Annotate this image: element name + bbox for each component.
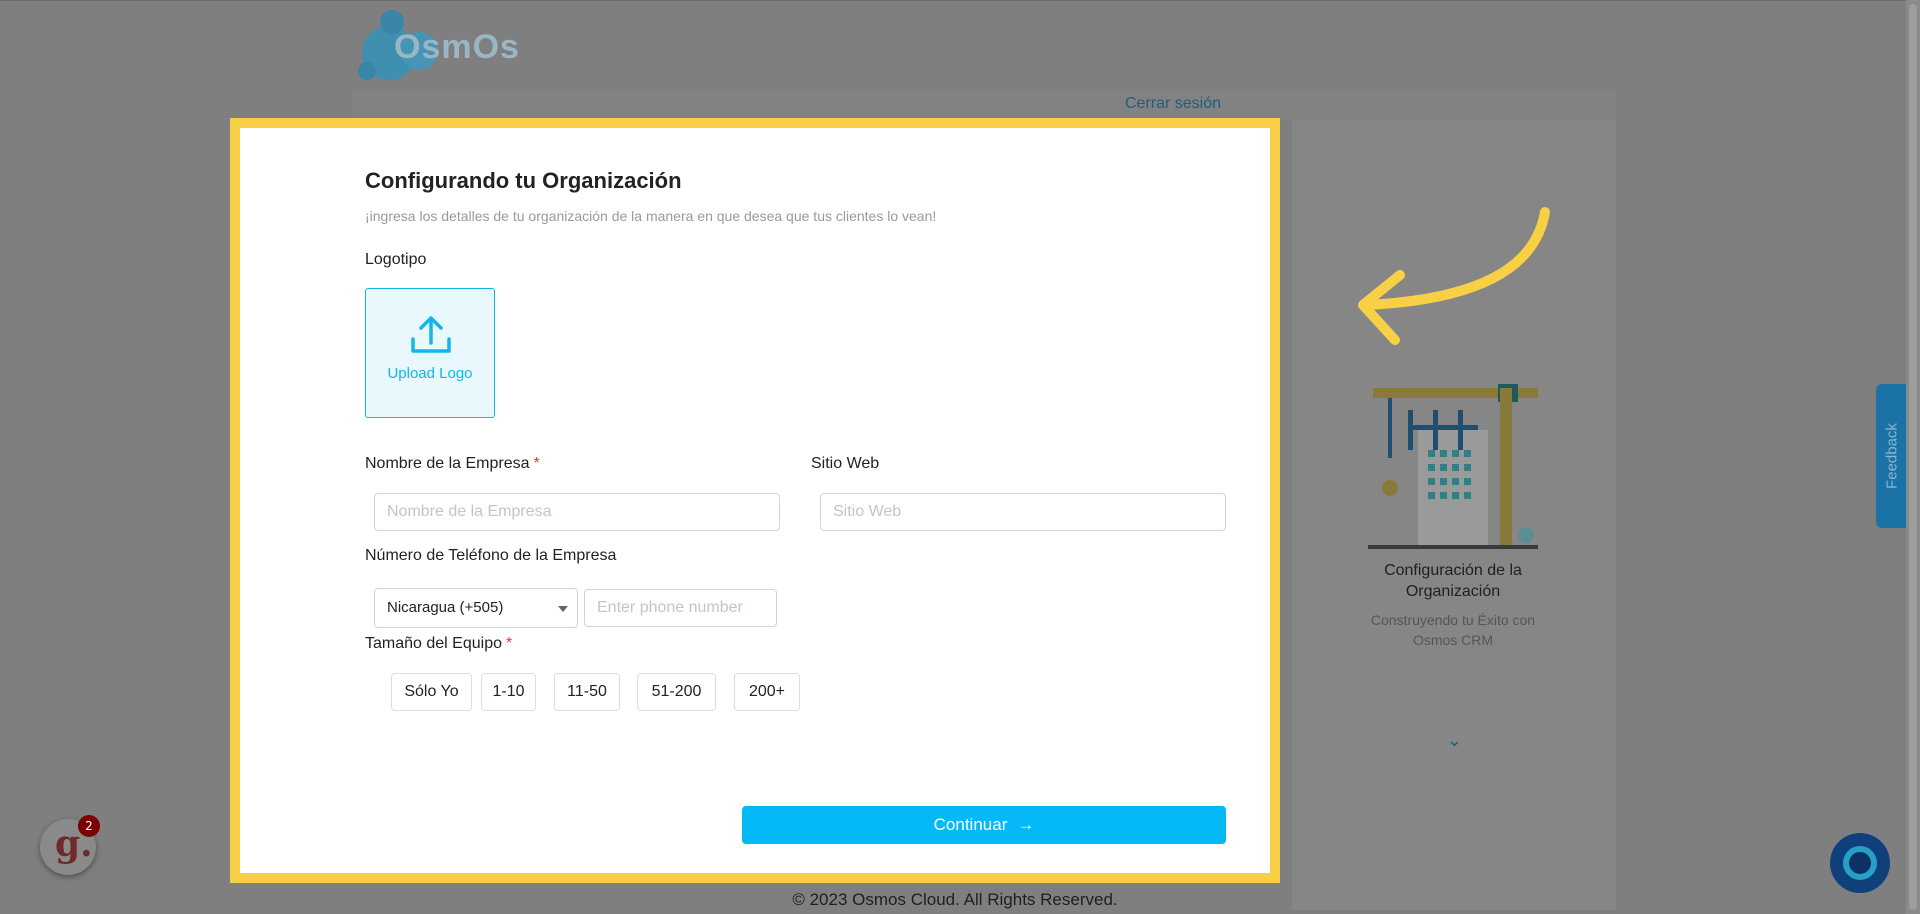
phone-label: Número de Teléfono de la Empresa bbox=[365, 547, 617, 564]
osmos-logo: OsmOs bbox=[358, 4, 519, 84]
side-panel-title: Configuración de la Organización bbox=[1384, 562, 1522, 600]
upload-icon bbox=[411, 316, 451, 353]
help-widget-button[interactable]: g. 2 bbox=[40, 815, 100, 875]
footer-copyright: © 2023 Osmos Cloud. All Rights Reserved. bbox=[792, 890, 1118, 909]
chat-launcher-button[interactable] bbox=[1830, 833, 1890, 893]
logo-label: Logotipo bbox=[365, 251, 427, 268]
page-scrollbar[interactable] bbox=[1906, 0, 1920, 914]
phone-number-input[interactable] bbox=[584, 589, 777, 627]
construction-illustration bbox=[1368, 384, 1538, 549]
upload-logo-button[interactable]: Upload Logo bbox=[365, 288, 495, 418]
feedback-tab[interactable]: Feedback bbox=[1876, 384, 1908, 528]
modal-subtitle: ¡ingresa los detalles de tu organización… bbox=[365, 208, 937, 224]
top-border bbox=[0, 0, 1920, 1]
feedback-label: Feedback bbox=[1883, 423, 1901, 489]
chevron-down-icon[interactable]: ⌄ bbox=[1447, 730, 1462, 751]
website-input[interactable] bbox=[820, 493, 1226, 531]
country-code-select[interactable]: Nicaragua (+505) bbox=[374, 588, 578, 628]
upload-logo-label: Upload Logo bbox=[387, 365, 473, 382]
header-strip bbox=[352, 90, 1616, 120]
side-panel-subtitle: Construyendo tu Éxito con Osmos CRM bbox=[1370, 612, 1536, 648]
company-name-input[interactable] bbox=[374, 493, 780, 531]
team-size-label: Tamaño del Equipo * bbox=[365, 635, 513, 652]
continue-button[interactable]: Continuar → bbox=[742, 806, 1226, 844]
team-size-option-51-200[interactable]: 51-200 bbox=[637, 673, 716, 711]
notification-badge: 2 bbox=[78, 815, 100, 837]
country-code-value: Nicaragua (+505) bbox=[387, 599, 504, 616]
chevron-down-icon bbox=[558, 606, 568, 612]
website-label: Sitio Web bbox=[811, 455, 880, 472]
annotation-arrow-icon bbox=[1358, 207, 1550, 345]
company-name-label: Nombre de la Empresa * bbox=[365, 455, 540, 472]
team-size-option-11-50[interactable]: 11-50 bbox=[554, 673, 620, 711]
arrow-right-icon: → bbox=[1017, 815, 1035, 834]
team-size-option-1-10[interactable]: 1-10 bbox=[481, 673, 536, 711]
continue-label: Continuar bbox=[933, 815, 1008, 834]
team-size-option-solo[interactable]: Sólo Yo bbox=[391, 673, 472, 711]
modal-title: Configurando tu Organización bbox=[365, 168, 682, 193]
brand-name: OsmOs bbox=[394, 28, 520, 66]
team-size-option-200-plus[interactable]: 200+ bbox=[734, 673, 800, 711]
logout-link[interactable]: Cerrar sesión bbox=[1125, 95, 1221, 113]
organization-setup-modal: Configurando tu Organización ¡ingresa lo… bbox=[230, 118, 1280, 883]
chat-icon bbox=[1843, 846, 1877, 880]
